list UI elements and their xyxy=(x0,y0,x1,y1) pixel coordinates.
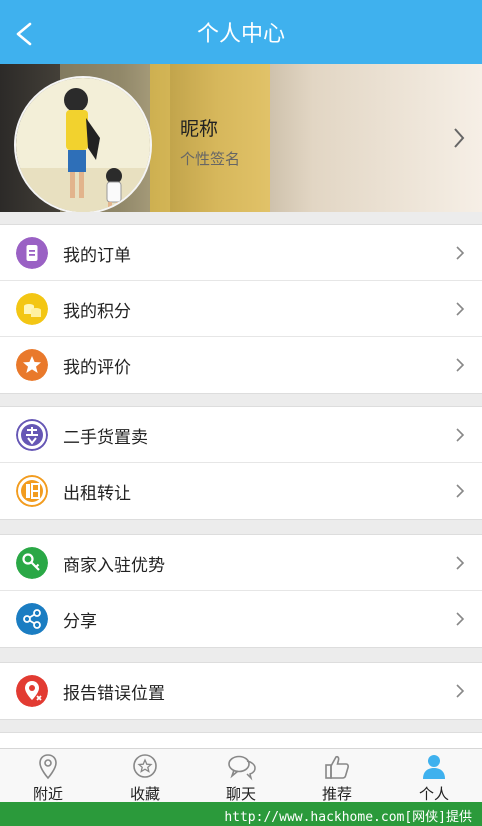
thumbs-up-icon xyxy=(325,755,349,779)
chevron-right-icon xyxy=(456,612,465,626)
tab-recommend[interactable]: 推荐 xyxy=(289,749,385,803)
tab-profile[interactable]: 个人 xyxy=(386,749,482,803)
favorite-star-icon xyxy=(133,754,157,778)
top-bar: 个人中心 xyxy=(0,0,482,64)
chevron-right-icon xyxy=(456,302,465,316)
menu-group-trade: 二手货置卖 出租转让 xyxy=(0,406,482,520)
tab-favorites[interactable]: 收藏 xyxy=(97,749,193,803)
menu-item-label: 我的评价 xyxy=(63,358,131,378)
menu-item-share[interactable]: 分享 xyxy=(0,591,482,647)
avatar[interactable] xyxy=(14,76,152,212)
menu-item-label: 出租转让 xyxy=(63,484,131,504)
watermark-text: http://www.hackhome.com[网侠]提供 xyxy=(224,810,472,825)
chevron-right-icon xyxy=(456,246,465,260)
location-pin-icon xyxy=(39,754,57,780)
sell-icon xyxy=(16,419,48,451)
menu-item-merchant-join[interactable]: 商家入驻优势 xyxy=(0,535,482,591)
bottom-tab-bar: 附近 收藏 聊天 推荐 个人 xyxy=(0,748,482,803)
menu-group-account: 我的订单 我的积分 我的评价 xyxy=(0,224,482,394)
menu-item-rent-transfer[interactable]: 出租转让 xyxy=(0,463,482,519)
tab-chat[interactable]: 聊天 xyxy=(193,749,289,803)
rent-icon xyxy=(16,475,48,507)
chevron-right-icon xyxy=(456,428,465,442)
tab-nearby[interactable]: 附近 xyxy=(0,749,96,803)
menu-item-report-location[interactable]: 报告错误位置 xyxy=(0,663,482,719)
chevron-right-icon xyxy=(456,684,465,698)
nickname: 昵称 xyxy=(180,118,219,140)
tab-label: 个人 xyxy=(418,785,449,803)
watermark-footer: http://www.hackhome.com[网侠]提供 xyxy=(0,802,482,826)
star-icon xyxy=(16,349,48,381)
menu-item-orders[interactable]: 我的订单 xyxy=(0,225,482,281)
chevron-right-icon xyxy=(456,484,465,498)
coins-icon xyxy=(16,293,48,325)
share-icon xyxy=(16,603,48,635)
profile-banner[interactable]: 昵称 个性签名 xyxy=(0,64,482,212)
menu-item-label: 我的订单 xyxy=(63,246,131,266)
tab-label: 附近 xyxy=(32,785,63,803)
menu-item-points[interactable]: 我的积分 xyxy=(0,281,482,337)
person-icon xyxy=(423,755,445,779)
chat-bubbles-icon xyxy=(228,755,256,781)
order-icon xyxy=(16,237,48,269)
menu-group-business: 商家入驻优势 分享 xyxy=(0,534,482,648)
menu-group-report: 报告错误位置 xyxy=(0,662,482,720)
menu-item-label: 报告错误位置 xyxy=(63,684,165,704)
menu-item-label: 二手货置卖 xyxy=(63,428,148,448)
chevron-right-icon xyxy=(454,128,465,148)
tab-label: 收藏 xyxy=(129,785,160,803)
tab-label: 聊天 xyxy=(225,785,256,803)
menu-item-label: 分享 xyxy=(63,612,97,632)
menu-item-reviews[interactable]: 我的评价 xyxy=(0,337,482,393)
page-title: 个人中心 xyxy=(196,22,285,47)
menu-group-partial xyxy=(0,732,482,748)
chevron-right-icon xyxy=(456,358,465,372)
chevron-right-icon xyxy=(456,556,465,570)
location-error-icon xyxy=(16,675,48,707)
menu-item-label: 我的积分 xyxy=(63,302,131,322)
avatar-illustration-icon xyxy=(16,78,150,212)
key-icon xyxy=(16,547,48,579)
signature: 个性签名 xyxy=(180,150,241,168)
menu-item-second-hand[interactable]: 二手货置卖 xyxy=(0,407,482,463)
menu-item-label: 商家入驻优势 xyxy=(63,556,165,576)
tab-label: 推荐 xyxy=(321,785,352,803)
